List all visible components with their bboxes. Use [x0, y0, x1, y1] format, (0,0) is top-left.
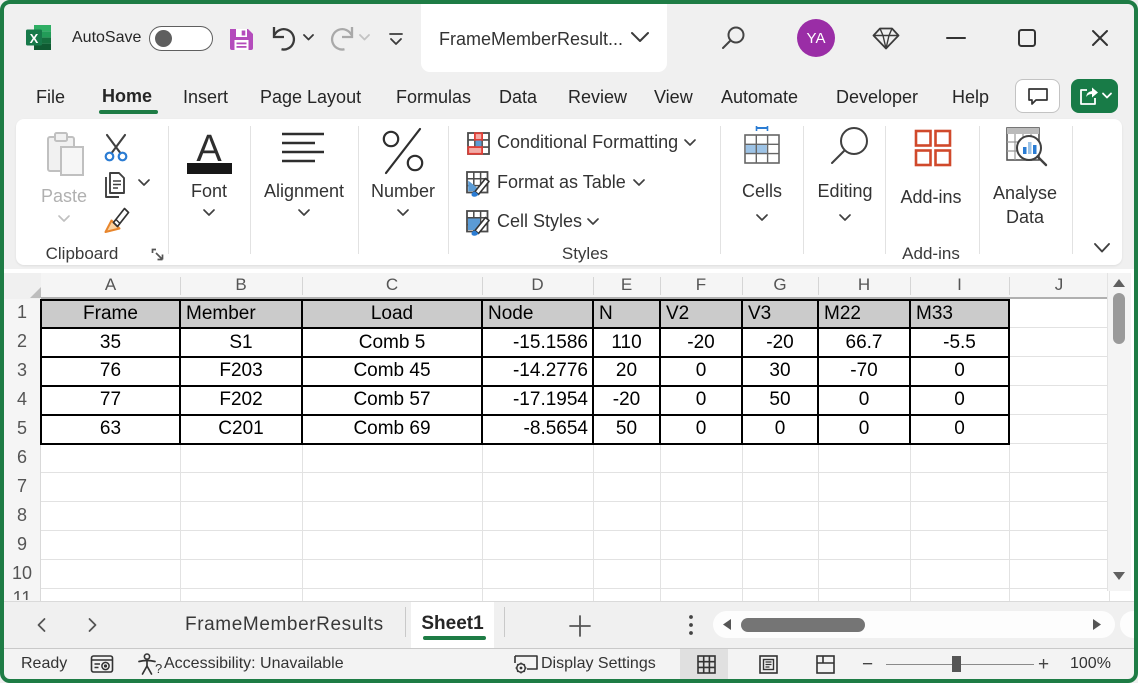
svg-text:X: X [30, 31, 39, 46]
svg-text:?: ? [155, 661, 162, 676]
